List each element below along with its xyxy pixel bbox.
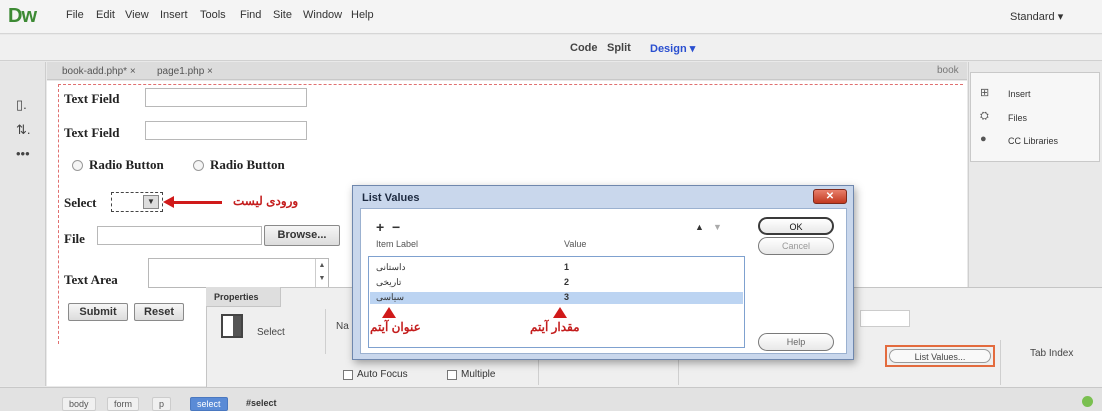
view-split-button[interactable]: Split [607,42,631,54]
menu-view[interactable]: View [125,9,149,21]
reset-button[interactable]: Reset [134,303,184,321]
annotation-arrow-value [553,307,567,318]
multiple-checkbox[interactable] [447,370,457,380]
text-field-label-2: Text Field [64,125,120,140]
annotation-select-input: ورودی لیست [233,194,299,208]
annotation-item-value: مقدار آیتم [530,320,580,334]
tab-overflow[interactable]: book [937,65,959,76]
submit-button[interactable]: Submit [68,303,128,321]
row-item-label: داستانی [376,262,406,272]
tab-page1[interactable]: page1.php × [157,66,213,77]
text-field-label-1: Text Field [64,91,120,106]
tab-book-add[interactable]: book-add.php* × [62,66,136,77]
table-row[interactable]: داستانی 1 [370,262,743,274]
properties-divider [325,309,326,354]
file-path-input[interactable] [97,226,262,245]
radio-button-2[interactable] [193,160,204,171]
cc-libraries-icon[interactable]: ● [980,133,987,145]
breadcrumb-select[interactable]: select [190,397,228,411]
properties-type-label: Select [257,327,285,338]
menu-tools[interactable]: Tools [200,9,226,21]
breadcrumb-body[interactable]: body [62,397,96,411]
column-header-item-label: Item Label [376,239,419,249]
text-field-input-2[interactable] [145,121,307,140]
panel-item-cc-libraries[interactable]: CC Libraries [1008,136,1058,146]
textarea-input[interactable] [148,258,329,288]
select-label: Select [64,195,97,210]
move-down-button[interactable]: ▼ [713,222,722,232]
workspace-switcher[interactable]: Standard ▾ [1010,10,1063,23]
table-row[interactable]: تاریخی 2 [370,277,743,289]
view-bar [0,35,1102,61]
row-item-label: تاریخی [376,277,402,287]
menu-file[interactable]: File [66,9,84,21]
annotation-item-label: عنوان آیتم [370,320,421,334]
row-value: 1 [564,262,570,272]
breadcrumb-select-id[interactable]: #select [240,397,283,409]
file-transfer-icon[interactable]: ⇅. [16,122,31,138]
row-item-label: سیاسی [376,292,405,302]
annotation-arrow-item-label [382,307,396,318]
column-header-value: Value [564,239,587,249]
app-logo: Dw [8,5,37,27]
menu-help[interactable]: Help [351,9,374,21]
row-value: 2 [564,277,570,287]
select-element-icon-arrow [233,316,241,336]
properties-name-label: Na [336,321,349,332]
textarea-label: Text Area [64,272,118,287]
multiple-label: Multiple [461,369,496,380]
properties-divider [1000,340,1001,385]
file-label: File [64,231,85,246]
breadcrumb-p[interactable]: p [152,397,172,411]
auto-focus-checkbox[interactable] [343,370,353,380]
properties-tab[interactable]: Properties [206,287,281,307]
status-ok-icon [1082,396,1093,407]
textarea-scrollbar[interactable]: ▲ ▼ [315,259,328,287]
breadcrumb-form[interactable]: form [107,397,139,411]
text-field-input-1[interactable] [145,88,307,107]
more-icon[interactable]: ••• [16,146,30,161]
menu-find[interactable]: Find [240,9,261,21]
properties-field[interactable] [860,310,910,327]
menu-window[interactable]: Window [303,9,342,21]
view-design-button[interactable]: Design ▾ [650,42,695,55]
radio-label-2: Radio Button [210,157,285,172]
ok-button[interactable]: OK [758,217,834,235]
list-values-highlight: List Values... [885,345,995,367]
browse-button[interactable]: Browse... [264,225,340,246]
dialog-close-button[interactable]: ✕ [813,189,847,204]
list-values-button[interactable]: List Values... [889,349,991,363]
panel-list [970,72,1100,162]
menu-insert[interactable]: Insert [160,9,188,21]
panel-item-files[interactable]: Files [1008,113,1027,123]
radio-button-1[interactable] [72,160,83,171]
menu-site[interactable]: Site [273,9,292,21]
row-value: 3 [564,292,570,302]
auto-focus-label: Auto Focus [357,369,408,380]
document-icon[interactable]: ▯. [16,97,27,113]
move-up-button[interactable]: ▲ [695,222,704,232]
dialog-title: List Values [362,192,420,204]
insert-icon[interactable]: ⊞ [980,86,989,99]
files-icon[interactable]: ⛭ [980,110,989,123]
help-button[interactable]: Help [758,333,834,351]
cancel-button[interactable]: Cancel [758,237,834,255]
menu-edit[interactable]: Edit [96,9,115,21]
tab-index-label: Tab Index [1030,348,1074,359]
view-code-button[interactable]: Code [570,42,598,54]
radio-label-1: Radio Button [89,157,164,172]
add-item-button[interactable]: + [376,219,384,235]
remove-item-button[interactable]: − [392,219,400,235]
annotation-arrow-line [172,201,222,204]
select-dropdown-icon[interactable]: ▼ [143,195,159,209]
panel-item-insert[interactable]: Insert [1008,89,1031,99]
table-row-selected[interactable]: سیاسی 3 [370,292,743,304]
